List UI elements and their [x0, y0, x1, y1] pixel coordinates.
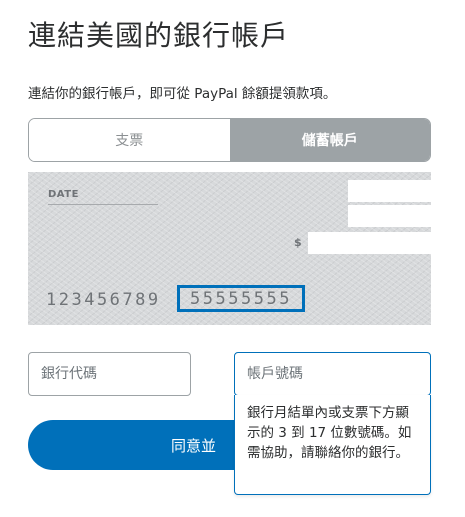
agree-button-label: 同意並 [170, 436, 216, 455]
page-subtitle: 連結你的銀行帳戶，即可從 PayPal 餘額提領款項。 [28, 86, 337, 102]
check-payee-box [348, 180, 431, 202]
check-routing-digits: 123456789 [46, 290, 161, 310]
account-number-tooltip: 銀行月結單內或支票下方顯示的 3 到 17 位數號碼。如需協助，請聯絡你的銀行。 [234, 395, 431, 495]
page-title: 連結美國的銀行帳戶 [28, 19, 290, 52]
check-date-label: DATE [48, 189, 79, 200]
check-amount-box [308, 232, 431, 254]
tab-savings[interactable]: 儲蓄帳戶 [229, 119, 430, 161]
check-date-line [48, 204, 158, 205]
check-dollar-sign: $ [294, 236, 302, 249]
account-type-toggle: 支票 儲蓄帳戶 [28, 118, 431, 162]
routing-number-input[interactable] [28, 352, 191, 396]
check-memo-box [348, 205, 431, 227]
check-account-digits-highlight: 55555555 [177, 285, 305, 312]
check-illustration: DATE $ 123456789 55555555 [28, 172, 431, 325]
account-number-input[interactable] [234, 352, 431, 396]
tab-checking[interactable]: 支票 [29, 119, 230, 161]
